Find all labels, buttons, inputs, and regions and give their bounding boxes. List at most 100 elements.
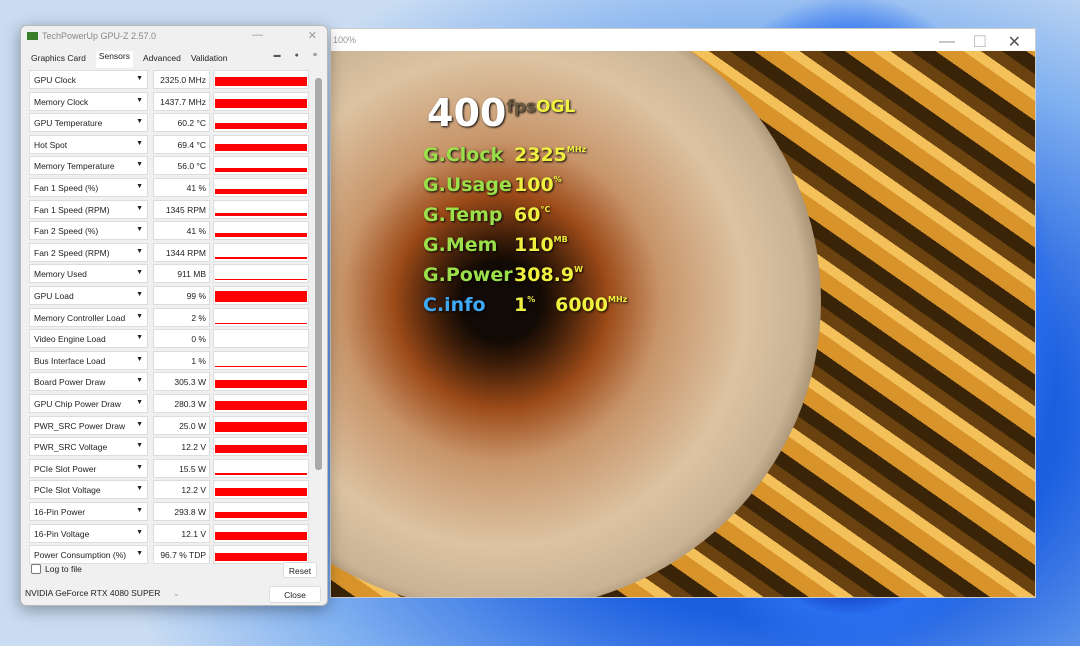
sensor-label[interactable]: Fan 2 Speed (RPM) ▼ <box>29 242 148 262</box>
sensor-label[interactable]: GPU Load ▼ <box>29 286 148 305</box>
sensor-label[interactable]: GPU Clock ▼ <box>29 70 148 89</box>
dropdown-arrow-icon[interactable]: ▼ <box>136 334 143 341</box>
dropdown-arrow-icon[interactable]: ▼ <box>136 226 143 233</box>
close-button[interactable]: ✕ <box>308 29 317 42</box>
close-button[interactable]: ✕ <box>1008 32 1021 52</box>
sensor-label[interactable]: Video Engine Load ▼ <box>29 329 148 349</box>
sensor-label[interactable]: Bus Interface Load ▼ <box>29 350 148 370</box>
sensor-graph <box>213 394 309 413</box>
sensor-label[interactable]: Memory Clock ▼ <box>29 91 148 111</box>
sensor-value: 12.1 V <box>153 523 210 543</box>
sensor-label[interactable]: Memory Temperature ▼ <box>29 156 148 176</box>
sensor-label[interactable]: GPU Chip Power Draw ▼ <box>29 394 148 413</box>
sensor-row: GPU Chip Power Draw ▼ 280.3 W <box>29 394 311 413</box>
sensor-graph <box>213 350 309 370</box>
dropdown-arrow-icon[interactable]: ▼ <box>136 421 143 428</box>
sensor-label[interactable]: 16-Pin Power ▼ <box>29 502 148 521</box>
sensor-label[interactable]: PCIe Slot Voltage ▼ <box>29 480 148 500</box>
sensor-value: 0 % <box>153 329 210 349</box>
osd-line: G.Temp 60°C <box>423 204 551 226</box>
dropdown-arrow-icon[interactable]: ▼ <box>136 161 143 168</box>
sensor-row: PWR_SRC Voltage ▼ 12.2 V <box>29 437 311 457</box>
sensor-graph-fill <box>215 401 307 410</box>
sensor-label[interactable]: Hot Spot ▼ <box>29 134 148 154</box>
dropdown-arrow-icon[interactable]: ▼ <box>136 313 143 320</box>
sensor-row: 16-Pin Voltage ▼ 12.1 V <box>29 523 311 543</box>
sensor-graph <box>213 199 309 219</box>
close-dialog-button[interactable]: Close <box>269 586 321 603</box>
sensor-label[interactable]: GPU Temperature ▼ <box>29 113 148 133</box>
sensor-label[interactable]: Fan 1 Speed (RPM) ▼ <box>29 199 148 219</box>
sensor-graph <box>213 437 309 457</box>
dropdown-arrow-icon[interactable]: ▼ <box>136 356 143 363</box>
dropdown-arrow-icon[interactable]: ▼ <box>136 118 143 125</box>
sensor-label[interactable]: Memory Used ▼ <box>29 264 148 284</box>
dropdown-arrow-icon[interactable]: ▼ <box>136 442 143 449</box>
sensor-row: Hot Spot ▼ 69.4 °C <box>29 134 311 154</box>
sensor-label[interactable]: PWR_SRC Power Draw ▼ <box>29 415 148 435</box>
dropdown-arrow-icon[interactable]: ▼ <box>136 97 143 104</box>
sensor-row: Fan 2 Speed (%) ▼ 41 % <box>29 221 311 241</box>
dropdown-arrow-icon[interactable]: ▼ <box>136 248 143 255</box>
sensor-graph-fill <box>215 322 307 324</box>
maximize-button[interactable]: ☐ <box>973 32 987 52</box>
menu-icon[interactable]: ≡ <box>313 52 317 59</box>
sensor-label[interactable]: PWR_SRC Voltage ▼ <box>29 437 148 457</box>
sensor-label[interactable]: Board Power Draw ▼ <box>29 372 148 392</box>
tab-sensors[interactable]: Sensors <box>95 51 133 68</box>
sensor-label[interactable]: PCIe Slot Power ▼ <box>29 458 148 478</box>
sensor-row: GPU Temperature ▼ 60.2 °C <box>29 113 311 133</box>
sensor-graph-fill <box>215 512 307 518</box>
gpuz-window: TechPowerUp GPU-Z 2.57.0 — ✕ Graphics Ca… <box>20 25 328 606</box>
dropdown-arrow-icon[interactable]: ▼ <box>136 75 143 82</box>
osd-cpu-info: C.info 1% 6000MHz <box>423 294 628 316</box>
dropdown-arrow-icon[interactable]: ▼ <box>136 550 143 557</box>
sensor-graph <box>213 264 309 284</box>
sensor-label[interactable]: Fan 1 Speed (%) ▼ <box>29 178 148 197</box>
minimize-button[interactable]: — <box>252 29 263 41</box>
tab-graphics-card[interactable]: Graphics Card <box>31 53 86 68</box>
dropdown-arrow-icon[interactable]: ▼ <box>136 140 143 147</box>
sensor-label[interactable]: 16-Pin Voltage ▼ <box>29 523 148 543</box>
osd-line: G.Mem 110MB <box>423 234 568 256</box>
minimize-button[interactable]: — <box>939 33 955 51</box>
tab-validation[interactable]: Validation <box>191 53 228 68</box>
sensor-value: 25.0 W <box>153 415 210 435</box>
render-viewport: 400fpsOGL G.Clock 2325MHz G.Usage 100% G.Tem… <box>331 51 1035 597</box>
dropdown-arrow-icon[interactable]: ▼ <box>136 529 143 536</box>
tab-advanced[interactable]: Advanced <box>143 53 181 68</box>
sensor-value: 1345 RPM <box>153 199 210 219</box>
sensor-value: 293.8 W <box>153 502 210 521</box>
scrollbar[interactable] <box>315 78 322 470</box>
dropdown-arrow-icon[interactable]: ▼ <box>136 399 143 406</box>
sensor-graph <box>213 178 309 197</box>
dropdown-arrow-icon[interactable]: ▼ <box>136 464 143 471</box>
sensor-row: Memory Clock ▼ 1437.7 MHz <box>29 91 311 111</box>
sensor-graph-fill <box>215 444 307 454</box>
log-to-file-checkbox[interactable]: Log to file <box>31 564 82 574</box>
sensor-graph-fill <box>215 290 307 302</box>
dropdown-arrow-icon[interactable]: ▼ <box>136 269 143 276</box>
dropdown-arrow-icon[interactable]: ▼ <box>136 485 143 492</box>
sensor-value: 1 % <box>153 350 210 370</box>
log-to-file-label: Log to file <box>45 564 82 574</box>
sensor-graph-fill <box>215 552 307 562</box>
reset-button[interactable]: Reset <box>283 562 317 578</box>
sensor-label[interactable]: Power Consumption (%) ▼ <box>29 545 148 565</box>
dropdown-arrow-icon[interactable]: ▼ <box>136 377 143 384</box>
sensor-label[interactable]: Fan 2 Speed (%) ▼ <box>29 221 148 241</box>
dropdown-arrow-icon[interactable]: ▼ <box>136 205 143 212</box>
sensor-row: PCIe Slot Voltage ▼ 12.2 V <box>29 480 311 500</box>
gpu-select[interactable]: NVIDIA GeForce RTX 4080 SUPER ⌄ <box>25 588 180 599</box>
dropdown-arrow-icon[interactable]: ▼ <box>136 507 143 514</box>
refresh-icon[interactable]: ● <box>295 52 299 59</box>
sensor-graph <box>213 113 309 133</box>
sensor-graph <box>213 502 309 521</box>
dropdown-arrow-icon[interactable]: ▼ <box>136 291 143 298</box>
dropdown-arrow-icon[interactable]: ▼ <box>136 183 143 190</box>
sensor-row: Memory Used ▼ 911 MB <box>29 264 311 284</box>
sensor-graph <box>213 307 309 327</box>
sensor-label[interactable]: Memory Controller Load ▼ <box>29 307 148 327</box>
osd-line: G.Usage 100% <box>423 174 562 196</box>
screenshot-icon[interactable]: ▬ <box>274 52 281 59</box>
